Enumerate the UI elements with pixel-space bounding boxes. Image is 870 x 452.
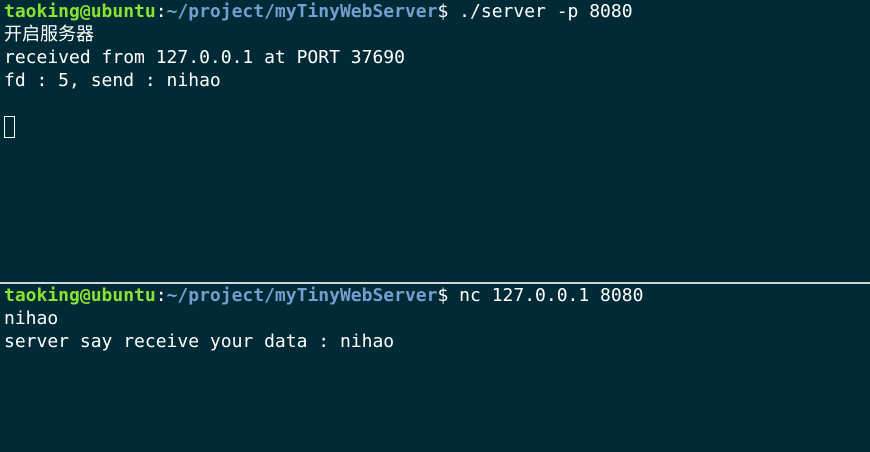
command-text: nc 127.0.0.1 8080 [448,285,644,306]
prompt-path: ~/project/myTinyWebServer [166,285,438,306]
prompt-dollar: $ [437,285,449,306]
output-line: fd : 5, send : nihao [4,70,221,91]
prompt-separator: : [155,285,167,306]
prompt-line: taoking@ubuntu:~/project/myTinyWebServer… [4,284,870,307]
output-line: 开启服务器 [4,24,94,45]
terminal-pane-top[interactable]: taoking@ubuntu:~/project/myTinyWebServer… [0,0,870,282]
output-line: nihao [4,308,59,329]
prompt-dollar: $ [437,1,449,22]
terminal-cursor[interactable] [4,116,15,138]
command-text: ./server -p 8080 [448,1,633,22]
terminal-pane-bottom[interactable]: taoking@ubuntu:~/project/myTinyWebServer… [0,284,870,452]
output-line: received from 127.0.0.1 at PORT 37690 [4,47,405,68]
prompt-path: ~/project/myTinyWebServer [166,1,438,22]
cursor-line [4,115,870,138]
prompt-user-host: taoking@ubuntu [4,1,156,22]
output-line: server say receive your data : nihao [4,331,395,352]
prompt-user-host: taoking@ubuntu [4,285,156,306]
prompt-separator: : [155,1,167,22]
prompt-line: taoking@ubuntu:~/project/myTinyWebServer… [4,0,870,23]
